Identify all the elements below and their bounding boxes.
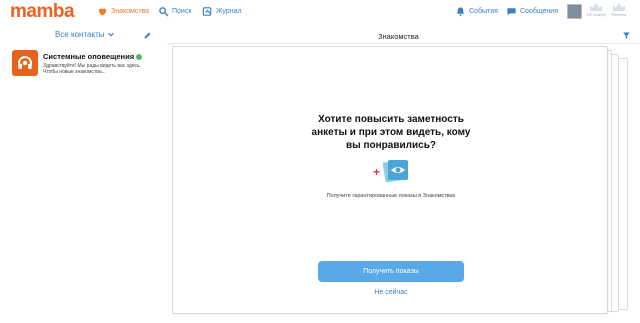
nav-events[interactable]: События — [455, 6, 498, 17]
promo-headline: Хотите повысить заметность анкеты и при … — [173, 113, 609, 152]
bell-icon — [456, 7, 465, 17]
journal-icon — [202, 7, 212, 16]
nav-messages-label: Сообщения — [520, 8, 558, 15]
nav-search-label: Поиск — [172, 8, 192, 15]
search-icon — [159, 7, 169, 17]
rating-crown[interactable]: Рейтинг — [609, 3, 629, 17]
verified-check-icon — [136, 54, 143, 61]
nav-journal[interactable]: Журнал — [202, 6, 242, 17]
rating-label: Рейтинг — [611, 12, 627, 17]
vip-status-label: VIP-статус — [586, 12, 606, 17]
crown-icon — [613, 3, 625, 11]
header-divider — [167, 43, 640, 44]
nav-journal-label: Журнал — [216, 8, 242, 15]
promo-card: Хотите повысить заметность анкеты и при … — [172, 46, 608, 314]
nav-events-label: События — [469, 8, 498, 15]
contacts-filter-label: Все контакты — [55, 30, 105, 39]
user-avatar[interactable] — [567, 4, 582, 19]
notification-title-text: Системные оповещения — [43, 52, 135, 61]
contacts-header: Все контакты — [0, 28, 165, 44]
promo-description: Получите гарантированные показы в Знаком… — [326, 193, 456, 199]
headline-line-2: анкеты и при этом видеть, кому — [311, 127, 471, 138]
headline-line-3: вы понравились? — [346, 140, 436, 151]
get-views-button[interactable]: Получить показы — [318, 261, 464, 282]
nav-dating[interactable]: Знакомства — [97, 6, 149, 17]
chat-bubble-icon — [507, 8, 516, 16]
photo-views-icon: + — [373, 159, 408, 183]
crown-icon — [590, 3, 602, 11]
notification-title: Системные оповещения — [43, 52, 143, 61]
not-now-link[interactable]: Не сейчас — [173, 289, 609, 296]
filter-icon[interactable] — [622, 31, 631, 40]
page-title: Знакомства — [378, 32, 419, 41]
nav-dating-label: Знакомства — [111, 8, 150, 15]
mamba-logo[interactable]: mamba — [10, 1, 75, 23]
headline-line-1: Хотите повысить заметность — [318, 114, 464, 125]
heart-icon — [98, 8, 107, 16]
chevron-down-icon — [107, 32, 114, 37]
system-notifications-item[interactable]: Системные оповещения Здравствуйте! Мы ра… — [12, 50, 162, 80]
contacts-filter-dropdown[interactable]: Все контакты — [55, 30, 114, 39]
headset-icon — [18, 56, 32, 69]
vip-status-crown[interactable]: VIP-статус — [586, 3, 606, 17]
top-bar: mamba Знакомства Поиск Журнал События Со… — [0, 0, 640, 24]
nav-messages[interactable]: Сообщения — [506, 6, 558, 17]
nav-search[interactable]: Поиск — [158, 6, 191, 17]
notification-preview: Здравствуйте! Мы рады видеть вас здесь. … — [43, 63, 142, 75]
pencil-icon[interactable] — [143, 31, 152, 40]
system-notifications-avatar — [12, 50, 38, 76]
svg-text:+: + — [373, 165, 380, 179]
